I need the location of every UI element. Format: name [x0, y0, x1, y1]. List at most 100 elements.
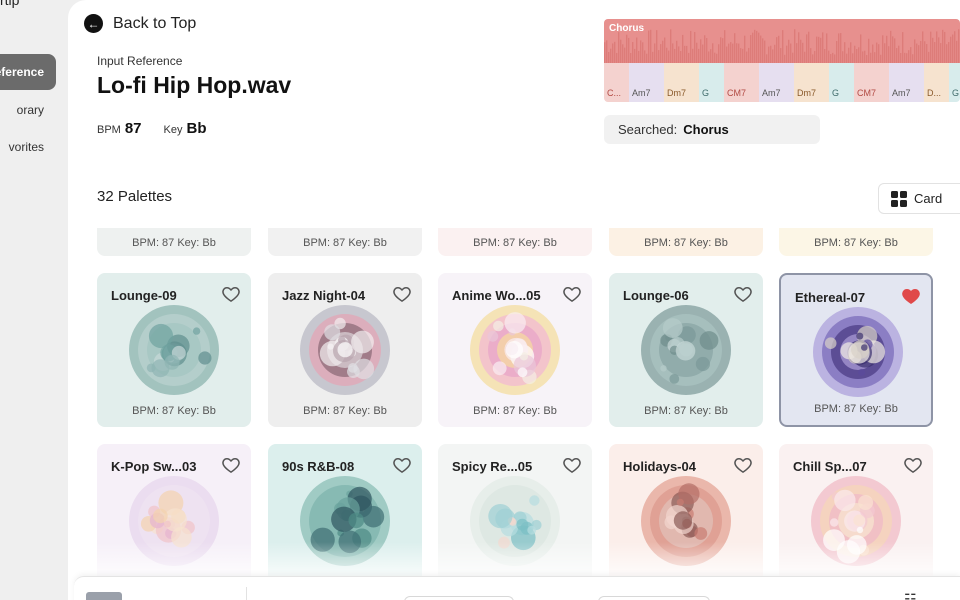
heart-shape	[734, 458, 752, 473]
sidebar-item-reference[interactable]: eference	[0, 54, 56, 90]
waveform-bar	[606, 40, 608, 63]
waveform-bar	[822, 32, 824, 63]
card-bpm-key: BPM: 87 Key: Bb	[473, 237, 557, 249]
waveform-bar	[682, 34, 684, 63]
palette-card[interactable]: BPM: 87 Key: Bb	[438, 228, 592, 256]
chord-segment[interactable]: D...	[924, 63, 949, 102]
palette-card[interactable]: BPM: 87 Key: Bb	[268, 228, 422, 256]
section-label: Chorus	[609, 23, 644, 34]
mixer-icon[interactable]: ☷	[904, 591, 917, 600]
chord-segment[interactable]: Dm7	[794, 63, 829, 102]
player-control[interactable]	[598, 596, 710, 600]
track-thumbnail[interactable]	[86, 592, 122, 600]
track-meta: BPM 87 Key Bb	[97, 120, 207, 137]
waveform-bar	[872, 44, 874, 63]
sidebar-item-library[interactable]: orary	[0, 92, 56, 128]
waveform-bar	[820, 37, 822, 63]
waveform-bar	[626, 34, 628, 63]
waveform[interactable]: Chorus C... Am7 Dm7 G CM7 Am7 Dm7 G CM7 Am7 D... G	[604, 19, 960, 102]
chord-segment[interactable]: CM7	[724, 63, 759, 102]
waveform-bar	[832, 52, 834, 63]
sidebar-item-label: orary	[16, 103, 44, 117]
card-title: Lounge-06	[623, 288, 689, 303]
chord-label: Am7	[892, 88, 911, 98]
heart-outline-icon[interactable]	[562, 455, 582, 475]
card-title: Spicy Re...05	[452, 459, 533, 474]
orb-bubble	[861, 344, 868, 351]
waveform-bar	[940, 43, 942, 63]
chord-segment[interactable]: G	[829, 63, 854, 102]
waveform-bar	[898, 45, 900, 63]
waveform-section[interactable]: Chorus	[604, 19, 960, 63]
chord-segment[interactable]: Am7	[629, 63, 664, 102]
waveform-bar	[676, 40, 678, 63]
palette-orb	[129, 305, 219, 395]
arrow-left-icon: ←	[84, 14, 103, 33]
card-bpm-key: BPM: 87 Key: Bb	[644, 405, 728, 417]
chord-segment[interactable]: CM7	[854, 63, 889, 102]
chord-track[interactable]: C... Am7 Dm7 G CM7 Am7 Dm7 G CM7 Am7 D... G	[604, 63, 960, 102]
chord-segment[interactable]: Am7	[889, 63, 924, 102]
heart-outline-icon[interactable]	[221, 455, 241, 475]
waveform-bar	[678, 46, 680, 63]
palette-card[interactable]: Lounge-06 BPM: 87 Key: Bb	[609, 273, 763, 427]
palette-card[interactable]: Ethereal-07 BPM: 87 Key: Bb	[779, 273, 933, 427]
waveform-bar	[788, 39, 790, 63]
palette-card[interactable]: Jazz Night-04 BPM: 87 Key: Bb	[268, 273, 422, 427]
waveform-bar	[616, 52, 618, 63]
waveform-bar	[946, 44, 948, 63]
waveform-bar	[652, 51, 654, 63]
player-control[interactable]	[404, 596, 514, 600]
chord-segment[interactable]: G	[699, 63, 724, 102]
waveform-bar	[862, 51, 864, 63]
palette-card[interactable]: Anime Wo...05 BPM: 87 Key: Bb	[438, 273, 592, 427]
waveform-bar	[624, 47, 626, 63]
waveform-bar	[716, 53, 718, 63]
orb-bubble	[163, 508, 187, 532]
palette-card[interactable]: Lounge-09 BPM: 87 Key: Bb	[97, 273, 251, 427]
palette-card[interactable]: BPM: 87 Key: Bb	[779, 228, 933, 256]
orb-bubble	[148, 323, 174, 349]
orb-bubble	[153, 508, 168, 524]
waveform-bar	[938, 37, 940, 63]
heart-shape	[222, 287, 240, 302]
chord-segment[interactable]: G	[949, 63, 960, 102]
waveform-bar	[710, 49, 712, 63]
heart-outline-icon[interactable]	[392, 284, 412, 304]
waveform-bar	[854, 45, 856, 63]
back-to-top-button[interactable]: ← Back to Top	[84, 14, 196, 33]
orb-bubble	[362, 505, 385, 528]
palette-orb	[300, 305, 390, 395]
heart-outline-icon[interactable]	[733, 284, 753, 304]
waveform-bar	[778, 35, 780, 63]
waveform-bar	[658, 50, 660, 63]
palette-card[interactable]: BPM: 87 Key: Bb	[609, 228, 763, 256]
heart-outline-icon[interactable]	[392, 455, 412, 475]
sidebar-item-favorites[interactable]: vorites	[0, 129, 56, 165]
search-filter[interactable]: Searched: Chorus	[604, 115, 820, 144]
waveform-bar	[768, 46, 770, 63]
chord-segment[interactable]: C...	[604, 63, 629, 102]
waveform-bar	[712, 43, 714, 63]
chord-segment[interactable]: Am7	[759, 63, 794, 102]
file-title: Lo-fi Hip Hop.wav	[97, 72, 292, 98]
waveform-bar	[944, 31, 946, 63]
waveform-bar	[878, 44, 880, 63]
chord-segment[interactable]: Dm7	[664, 63, 699, 102]
heart-outline-icon[interactable]	[903, 455, 923, 475]
waveform-bar	[882, 35, 884, 63]
waveform-bar	[674, 48, 676, 63]
orb-bubble	[858, 495, 874, 510]
waveform-bar	[906, 53, 908, 63]
orb-bubble	[516, 518, 529, 531]
heart-outline-icon[interactable]	[733, 455, 753, 475]
waveform-bar	[830, 54, 832, 63]
heart-filled-icon[interactable]	[901, 286, 921, 306]
waveform-bar	[926, 44, 928, 63]
card-view-toggle[interactable]: Card	[878, 183, 960, 214]
heart-outline-icon[interactable]	[562, 284, 582, 304]
palette-card[interactable]: BPM: 87 Key: Bb	[97, 228, 251, 256]
heart-outline-icon[interactable]	[221, 284, 241, 304]
waveform-bar	[760, 35, 762, 63]
waveform-bar	[762, 38, 764, 63]
